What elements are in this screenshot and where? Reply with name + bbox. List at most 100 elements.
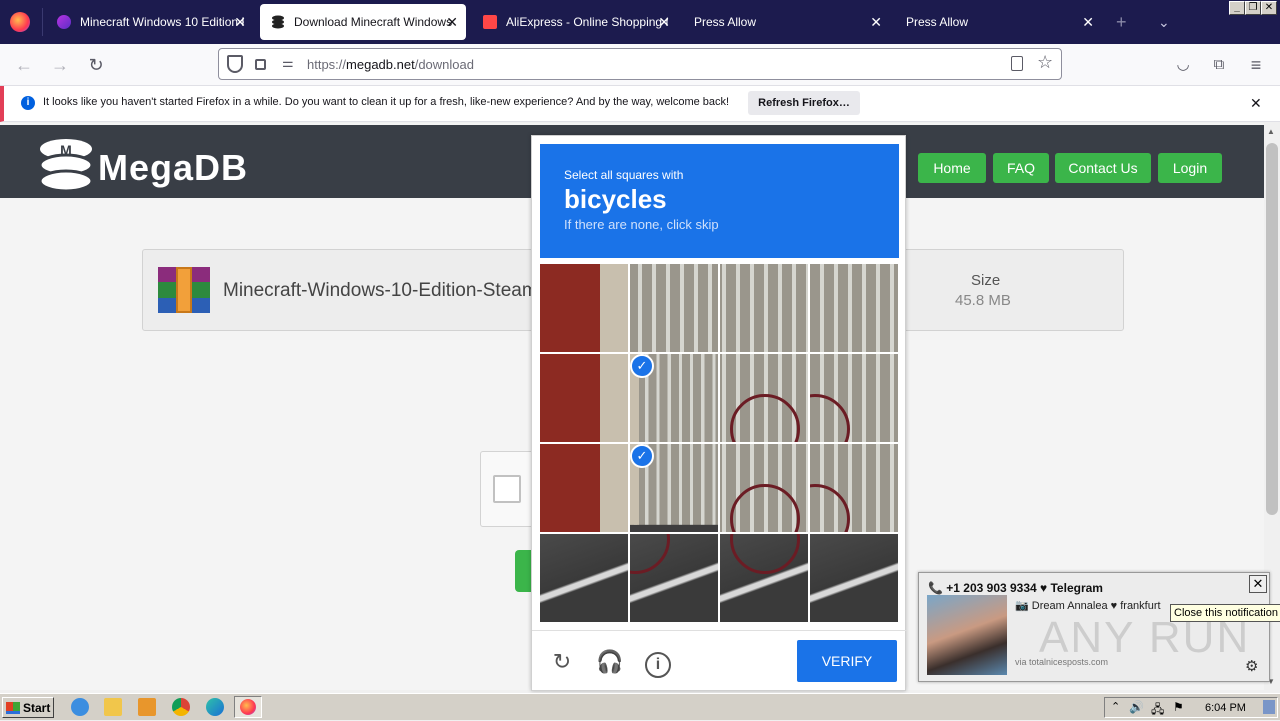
url-domain: megadb.net [346, 57, 415, 72]
nav-home-button[interactable]: Home [918, 153, 986, 183]
tab-press-allow-2[interactable]: Press Allow ✕ [896, 4, 1102, 40]
close-tab-icon[interactable]: ✕ [870, 14, 882, 30]
popup-settings-icon[interactable]: ⚙ [1245, 657, 1258, 675]
file-explorer-icon[interactable] [104, 698, 122, 716]
lock-icon[interactable] [255, 59, 266, 70]
new-tab-icon[interactable]: + [1116, 12, 1127, 32]
network-icon[interactable]: 🖧 [1151, 700, 1164, 721]
svg-text:M: M [60, 142, 72, 158]
selected-check-icon: ✓ [630, 444, 654, 468]
tab-label: Download Minecraft Windows Ed [294, 15, 456, 29]
url-text[interactable]: https://megadb.net/download [307, 57, 474, 72]
volume-icon[interactable]: 🔊 [1129, 700, 1144, 714]
firefox-notification-bar: i It looks like you haven't started Fire… [0, 86, 1280, 122]
nav-contact-button[interactable]: Contact Us [1055, 153, 1151, 183]
tab-minecraft[interactable]: Minecraft Windows 10 Edition Fr ✕ [46, 4, 254, 40]
tab-label: Press Allow [694, 15, 757, 29]
close-tab-icon[interactable]: ✕ [234, 14, 246, 30]
close-window-icon[interactable]: ✕ [1261, 1, 1277, 15]
captcha-tile[interactable] [810, 534, 898, 622]
captcha-target: bicycles [564, 184, 667, 214]
captcha-tile[interactable] [540, 444, 628, 532]
tab-list-icon[interactable]: ⌄ [1158, 12, 1170, 32]
tab-label: AliExpress - Online Shopping für [506, 15, 668, 29]
captcha-tile[interactable]: ✓ [630, 354, 718, 442]
captcha-tile[interactable] [720, 534, 808, 622]
refresh-firefox-button[interactable]: Refresh Firefox… [748, 91, 860, 115]
firefox-menu-icon[interactable] [10, 12, 30, 32]
file-name: Minecraft-Windows-10-Edition-Steam [223, 280, 538, 301]
site-logo-text[interactable]: MegaDB [98, 147, 248, 189]
notification-text: It looks like you haven't started Firefo… [43, 96, 730, 108]
url-bar[interactable]: ⚌ https://megadb.net/download ☆ [218, 48, 1062, 80]
captcha-tile[interactable]: ✓ [630, 444, 718, 532]
captcha-tile[interactable] [720, 354, 808, 442]
back-arrow-icon[interactable]: ← [11, 52, 37, 78]
pocket-icon[interactable]: ◡ [1170, 52, 1196, 78]
bookmark-star-icon[interactable]: ☆ [1037, 52, 1053, 73]
firefox-taskbar-button[interactable] [234, 696, 262, 718]
edge-icon[interactable] [206, 698, 224, 716]
captcha-tile[interactable] [540, 354, 628, 442]
extensions-icon[interactable]: ⧉ [1206, 52, 1232, 78]
url-prefix: https:// [307, 57, 347, 72]
nav-faq-button[interactable]: FAQ [993, 153, 1049, 183]
media-player-icon[interactable] [138, 698, 156, 716]
close-tab-icon[interactable]: ✕ [446, 14, 458, 30]
captcha-tile[interactable] [810, 444, 898, 532]
reload-icon[interactable]: ↻ [83, 52, 109, 78]
captcha-tile[interactable] [540, 534, 628, 622]
permissions-icon[interactable]: ⚌ [282, 55, 294, 71]
tab-download-minecraft[interactable]: Download Minecraft Windows Ed ✕ [260, 4, 466, 40]
captcha-hint: If there are none, click skip [564, 217, 719, 232]
close-notification-tooltip: Close this notification [1170, 604, 1280, 622]
start-label: Start [23, 700, 51, 715]
chrome-icon[interactable] [172, 698, 190, 716]
headphones-icon[interactable]: 🎧 [595, 647, 625, 677]
recaptcha-checkbox[interactable] [493, 475, 521, 503]
restore-window-icon[interactable]: ❐ [1245, 1, 1261, 15]
forward-arrow-icon[interactable]: → [47, 52, 73, 78]
tray-expand-icon[interactable]: ⌃ [1111, 700, 1120, 713]
verify-button[interactable]: VERIFY [797, 640, 897, 682]
tab-press-allow-1[interactable]: Press Allow ✕ [684, 4, 890, 40]
show-desktop-button[interactable] [1263, 700, 1275, 714]
reader-view-icon[interactable] [1011, 56, 1023, 71]
captcha-tile[interactable] [720, 444, 808, 532]
reload-challenge-icon[interactable]: ↻ [547, 647, 577, 677]
captcha-footer: ↻ 🎧 i VERIFY [532, 630, 907, 692]
info-circle-icon[interactable]: i [643, 647, 673, 678]
tab-bar: Minecraft Windows 10 Edition Fr ✕ Downlo… [0, 0, 1280, 44]
captcha-tile[interactable] [630, 534, 718, 622]
tab-label: Press Allow [906, 15, 969, 29]
nav-login-button[interactable]: Login [1158, 153, 1222, 183]
tab-aliexpress[interactable]: AliExpress - Online Shopping für ✕ [472, 4, 678, 40]
minimize-window-icon[interactable]: _ [1229, 1, 1245, 15]
size-value: 45.8 MB [955, 292, 1011, 309]
tab-label: Minecraft Windows 10 Edition Fr [80, 15, 244, 29]
close-tab-icon[interactable]: ✕ [658, 14, 670, 30]
selected-check-icon: ✓ [630, 354, 654, 378]
captcha-tile[interactable] [810, 354, 898, 442]
internet-explorer-icon[interactable] [71, 698, 89, 716]
shield-icon[interactable] [227, 55, 243, 73]
start-button[interactable]: Start [2, 697, 54, 718]
info-icon: i [21, 96, 35, 110]
flag-icon[interactable]: ⚑ [1173, 700, 1184, 714]
hamburger-menu-icon[interactable]: ≡ [1243, 52, 1269, 78]
close-popup-icon[interactable]: ✕ [1249, 575, 1267, 593]
spam-notification-popup[interactable]: 📞 +1 203 903 9334 ♥ Telegram 📷 Dream Ann… [918, 572, 1270, 682]
captcha-tile[interactable] [540, 264, 628, 352]
megadb-logo-icon[interactable]: M [38, 137, 94, 193]
captcha-tile[interactable] [720, 264, 808, 352]
captcha-tile[interactable] [810, 264, 898, 352]
ad-title: 📞 +1 203 903 9334 ♥ Telegram [928, 581, 1103, 595]
captcha-tile[interactable] [630, 264, 718, 352]
firefox-purple-icon [56, 14, 72, 30]
aliexpress-icon [482, 14, 498, 30]
close-notification-icon[interactable]: ✕ [1250, 95, 1262, 112]
captcha-header: Select all squares with bicycles If ther… [540, 144, 899, 258]
captcha-image-grid: ✓ ✓ [540, 264, 899, 622]
close-tab-icon[interactable]: ✕ [1082, 14, 1094, 30]
captcha-instruction: Select all squares with [564, 168, 684, 182]
